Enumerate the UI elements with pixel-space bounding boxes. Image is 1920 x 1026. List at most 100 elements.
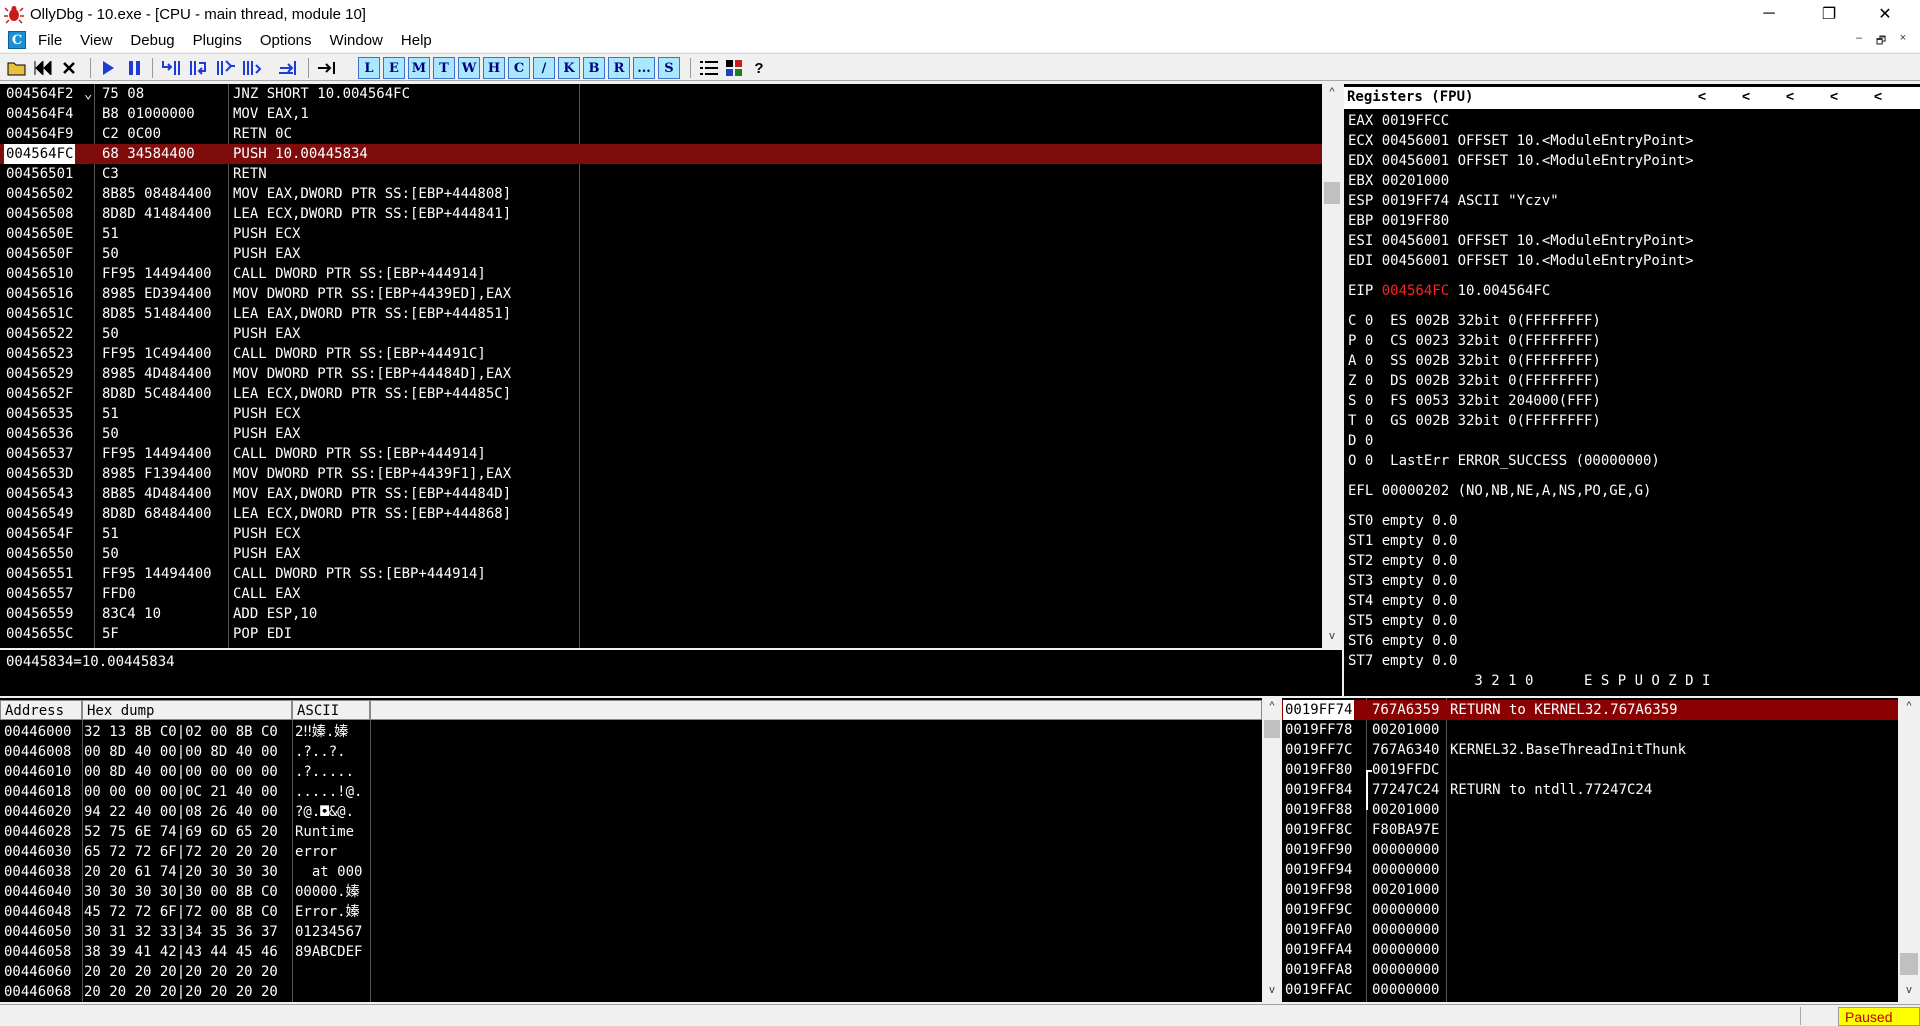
- menu-options[interactable]: Options: [260, 32, 312, 49]
- pause-icon[interactable]: [122, 57, 146, 79]
- scroll-down-arrow[interactable]: v: [1322, 630, 1342, 646]
- call-stack-button[interactable]: K: [558, 57, 580, 79]
- dump-address[interactable]: 00446038: [4, 862, 71, 882]
- disasm-address[interactable]: 00456522: [6, 324, 73, 344]
- stack-row[interactable]: 0019FF84 77247C24 RETURN to ntdll.77247C24: [1282, 780, 1898, 800]
- registers-nav-arrow[interactable]: <: [1874, 88, 1882, 104]
- list-icon[interactable]: [698, 57, 720, 79]
- source-button[interactable]: S: [658, 57, 680, 79]
- register-line[interactable]: ST4 empty 0.0: [1348, 591, 1458, 611]
- stack-row[interactable]: 0019FF98 00201000: [1282, 880, 1898, 900]
- handles-button[interactable]: H: [483, 57, 505, 79]
- mdi-minimize-button[interactable]: –: [1850, 32, 1868, 48]
- disasm-row[interactable]: 00456543 8B85 4D484400 MOV EAX,DWORD PTR S…: [0, 484, 1322, 504]
- dump-ascii[interactable]: 89ABCDEF: [295, 942, 362, 962]
- stack-row[interactable]: 0019FF74 767A6359 RETURN to KERNEL32.767A6…: [1282, 700, 1898, 720]
- stack-row[interactable]: 0019FFA0 00000000: [1282, 920, 1898, 940]
- disasm-row[interactable]: 00456510 FF95 14494400 CALL DWORD PTR SS:[…: [0, 264, 1322, 284]
- disasm-address[interactable]: 00456537: [6, 444, 73, 464]
- stack-address[interactable]: 0019FF94: [1285, 860, 1352, 880]
- disasm-address[interactable]: 00456550: [6, 544, 73, 564]
- run-trace-button[interactable]: ...: [633, 57, 655, 79]
- dump-address[interactable]: 00446010: [4, 762, 71, 782]
- scroll-up-arrow[interactable]: ^: [1898, 700, 1920, 716]
- register-line[interactable]: EFL 00000202 (NO,NB,NE,A,NS,PO,GE,G): [1348, 481, 1651, 501]
- disasm-address[interactable]: 00456501: [6, 164, 73, 184]
- stack-row[interactable]: 0019FF94 00000000: [1282, 860, 1898, 880]
- trace-over-icon[interactable]: [240, 57, 264, 79]
- disasm-address[interactable]: 0045651C: [6, 304, 73, 324]
- register-line[interactable]: ECX 00456001 OFFSET 10.<ModuleEntryPoint…: [1348, 131, 1694, 151]
- dump-header-address[interactable]: Address: [0, 700, 82, 720]
- references-button[interactable]: R: [608, 57, 630, 79]
- dump-hex[interactable]: 20 20 61 74|20 30 30 30: [84, 862, 278, 882]
- disasm-row[interactable]: 0045652F 8D8D 5C484400 LEA ECX,DWORD PTR S…: [0, 384, 1322, 404]
- dump-header-ascii[interactable]: ASCII: [292, 700, 370, 720]
- disasm-row[interactable]: 00456508 8D8D 41484400 LEA ECX,DWORD PTR S…: [0, 204, 1322, 224]
- disasm-row[interactable]: 00456551 FF95 14494400 CALL DWORD PTR SS:[…: [0, 564, 1322, 584]
- dump-row[interactable]: 00446000 32 13 8B C0|02 00 8B C0 2‼嫀.嫀: [0, 722, 1262, 742]
- disasm-address[interactable]: 004564FC: [4, 144, 76, 164]
- register-line[interactable]: P 0 CS 0023 32bit 0(FFFFFFFF): [1348, 331, 1601, 351]
- register-line[interactable]: EBX 00201000: [1348, 171, 1449, 191]
- dump-scrollbar[interactable]: ^ v: [1262, 698, 1282, 1002]
- dump-hex[interactable]: 45 72 72 6F|72 00 8B C0: [84, 902, 278, 922]
- disasm-address[interactable]: 00456508: [6, 204, 73, 224]
- registers-nav-arrow[interactable]: <: [1742, 88, 1750, 104]
- patches-button[interactable]: /: [533, 57, 555, 79]
- disasm-address[interactable]: 00456535: [6, 404, 73, 424]
- register-line[interactable]: EIP 004564FC 10.004564FC: [1348, 281, 1550, 301]
- log-window-button[interactable]: L: [358, 57, 380, 79]
- dump-header-hex[interactable]: Hex dump: [82, 700, 292, 720]
- dump-row[interactable]: 00446068 20 20 20 20|20 20 20 20: [0, 982, 1262, 1002]
- register-line[interactable]: ST2 empty 0.0: [1348, 551, 1458, 571]
- dump-row[interactable]: 00446058 38 39 41 42|43 44 45 46 89ABCDEF: [0, 942, 1262, 962]
- dump-address[interactable]: 00446028: [4, 822, 71, 842]
- register-line[interactable]: ST6 empty 0.0: [1348, 631, 1458, 651]
- scroll-down-arrow[interactable]: v: [1898, 984, 1920, 1000]
- dump-ascii[interactable]: ?@.◘&@.: [295, 802, 354, 822]
- stack-row[interactable]: 0019FFAC 00000000: [1282, 980, 1898, 1000]
- dump-hex[interactable]: 20 20 20 20|20 20 20 20: [84, 962, 278, 982]
- scrollbar-thumb[interactable]: [1900, 953, 1918, 975]
- menu-plugins[interactable]: Plugins: [193, 32, 242, 49]
- stack-row[interactable]: 0019FF78 00201000: [1282, 720, 1898, 740]
- register-line[interactable]: EAX 0019FFCC: [1348, 111, 1449, 131]
- disasm-address[interactable]: 00456536: [6, 424, 73, 444]
- help-button[interactable]: ?: [748, 57, 770, 79]
- dump-ascii[interactable]: Runtime: [295, 822, 362, 842]
- close-program-icon[interactable]: [58, 57, 80, 79]
- open-file-icon[interactable]: [6, 57, 28, 79]
- dump-address[interactable]: 00446020: [4, 802, 71, 822]
- dump-row[interactable]: 00446030 65 72 72 6F|72 20 20 20 error: [0, 842, 1262, 862]
- dump-row[interactable]: 00446020 94 22 40 00|08 26 40 00 ?@.◘&@.: [0, 802, 1262, 822]
- register-line[interactable]: EDI 00456001 OFFSET 10.<ModuleEntryPoint…: [1348, 251, 1694, 271]
- dump-hex[interactable]: 38 39 41 42|43 44 45 46: [84, 942, 278, 962]
- step-over-icon[interactable]: [186, 57, 210, 79]
- stack-pane[interactable]: 0019FF74 767A6359 RETURN to KERNEL32.767A6…: [1282, 698, 1920, 1002]
- dump-hex[interactable]: 30 30 30 30|30 00 8B C0: [84, 882, 278, 902]
- stack-address[interactable]: 0019FF74: [1283, 700, 1355, 720]
- disasm-row[interactable]: 004564F2 ⌄ 75 08 JNZ SHORT 10.004564FC: [0, 84, 1322, 104]
- dump-address[interactable]: 00446060: [4, 962, 71, 982]
- dump-row[interactable]: 00446028 52 75 6E 74|69 6D 65 20 Runtime: [0, 822, 1262, 842]
- disasm-row[interactable]: 00456516 8985 ED394400 MOV DWORD PTR SS:[E…: [0, 284, 1322, 304]
- restore-button[interactable]: ❐: [1806, 0, 1852, 28]
- dump-ascii[interactable]: [295, 962, 362, 982]
- disasm-address[interactable]: 004564F9: [6, 124, 73, 144]
- stack-address[interactable]: 0019FFA0: [1285, 920, 1352, 940]
- disasm-address[interactable]: 00456516: [6, 284, 73, 304]
- scrollbar-thumb[interactable]: [1324, 182, 1340, 204]
- dump-address[interactable]: 00446040: [4, 882, 71, 902]
- dump-address[interactable]: 00446008: [4, 742, 71, 762]
- disasm-address[interactable]: 00456502: [6, 184, 73, 204]
- register-line[interactable]: EDX 00456001 OFFSET 10.<ModuleEntryPoint…: [1348, 151, 1694, 171]
- minimize-button[interactable]: ─: [1746, 0, 1792, 28]
- registers-nav-arrow[interactable]: <: [1786, 88, 1794, 104]
- appearance-icon[interactable]: [723, 57, 745, 79]
- stack-row[interactable]: 0019FF9C 00000000: [1282, 900, 1898, 920]
- menu-view[interactable]: View: [80, 32, 112, 49]
- stack-address[interactable]: 0019FFA8: [1285, 960, 1352, 980]
- registers-pane[interactable]: Registers (FPU) < < < < < EAX 0019FFCC EC…: [1344, 84, 1920, 696]
- stack-address[interactable]: 0019FFAC: [1285, 980, 1352, 1000]
